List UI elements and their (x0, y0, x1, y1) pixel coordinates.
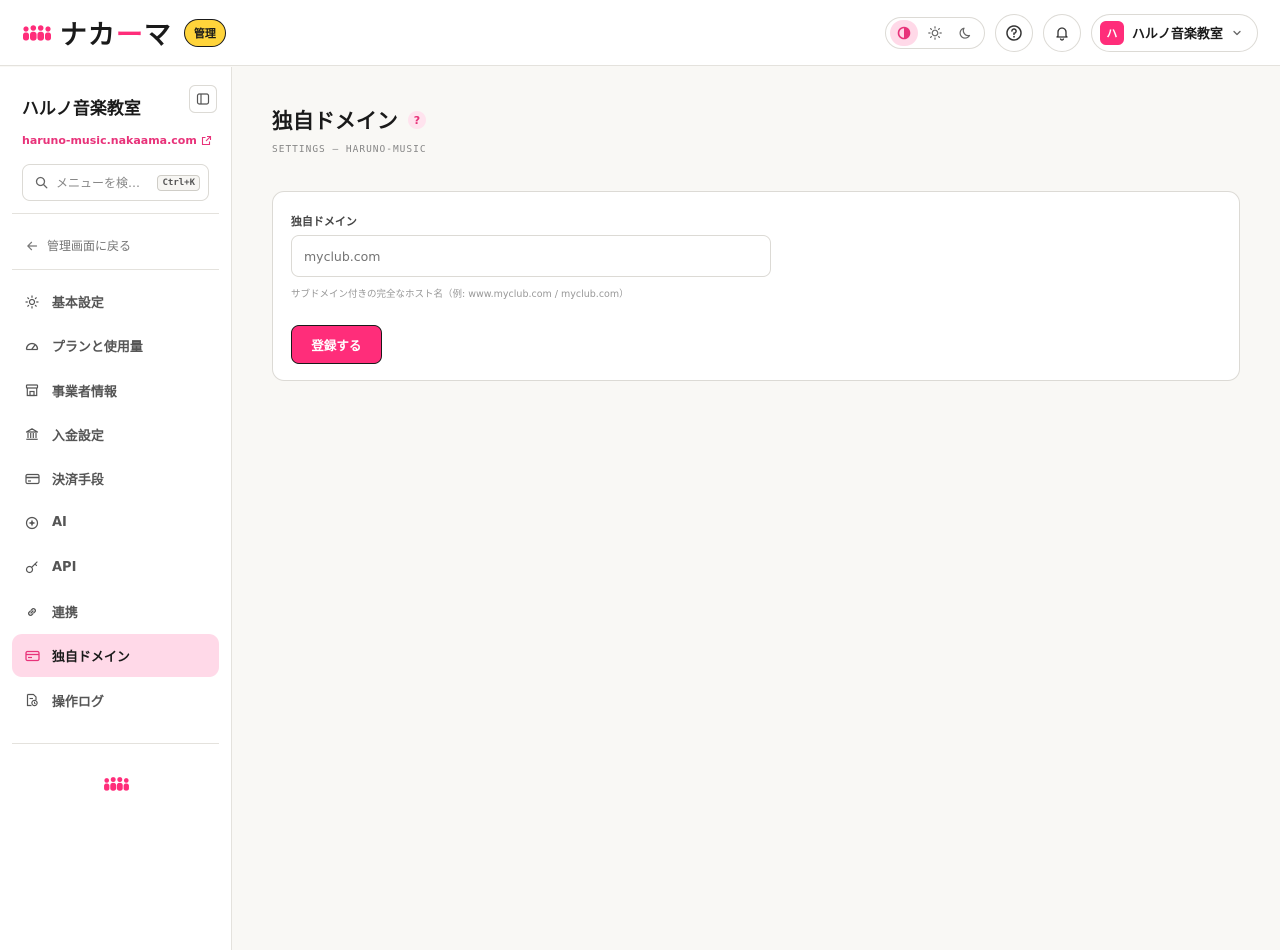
sun-icon (928, 25, 942, 40)
settings-nav: 基本設定 プランと使用量 事業者情報 入金設定 決済手段 AI API 連携 独… (12, 280, 219, 723)
org-name: ハルノ音楽教室 (22, 99, 141, 119)
chevron-down-icon (1233, 30, 1241, 35)
sidebar-item-custom-domain[interactable]: 独自ドメイン (12, 634, 219, 678)
gauge-icon (25, 342, 39, 350)
theme-contrast-button[interactable] (890, 19, 919, 46)
sidebar-item-label: プランと使用量 (52, 340, 144, 356)
page-title: 独自ドメイン ? (272, 105, 426, 135)
store-icon (25, 384, 39, 397)
theme-toggle (884, 16, 985, 49)
header-actions: ハ ハルノ音楽教室 (884, 13, 1258, 52)
sidebar-item-label: 連携 (52, 606, 79, 622)
custom-domain-card: 独自ドメイン サブドメイン付きの完全なホスト名（例: www.myclub.co… (272, 191, 1240, 381)
user-menu-button[interactable]: ハ ハルノ音楽教室 (1090, 13, 1258, 52)
sidebar-item-label: 事業者情報 (52, 384, 118, 400)
key-icon (25, 561, 38, 574)
collapse-sidebar-button[interactable] (189, 85, 217, 113)
user-avatar: ハ (1099, 20, 1124, 45)
page-help-button[interactable]: ? (408, 111, 426, 129)
contrast-icon (898, 26, 911, 39)
sidebar-item-label: AI (52, 515, 67, 531)
domain-field-help: サブドメイン付きの完全なホスト名（例: www.myclub.com / myc… (291, 289, 629, 300)
back-label: 管理画面に戻る (47, 239, 132, 253)
user-name: ハルノ音楽教室 (1131, 27, 1223, 42)
sun-icon (25, 294, 39, 309)
arrow-left-icon (27, 241, 38, 250)
sidebar-item-activity-log[interactable]: 操作ログ (12, 679, 219, 722)
sidebar-panel-icon (196, 93, 210, 105)
theme-dark-button[interactable] (952, 20, 980, 46)
domain-icon (24, 650, 40, 662)
domain-field-label: 独自ドメイン (291, 215, 357, 228)
sidebar-item-payment-methods[interactable]: 決済手段 (12, 457, 219, 500)
divider (12, 213, 219, 214)
admin-badge: 管理 (184, 18, 226, 47)
bell-icon (1056, 26, 1068, 41)
sidebar-item-label: 入金設定 (52, 428, 105, 444)
page-breadcrumb: SETTINGS — HARUNO-MUSIC (272, 144, 427, 155)
sidebar-item-basic-settings[interactable]: 基本設定 (12, 280, 219, 323)
moon-icon (959, 27, 970, 39)
people-logo-icon (22, 24, 52, 42)
external-link-icon (201, 135, 211, 146)
credit-card-icon (24, 473, 40, 484)
org-url-link[interactable]: haruno-music.nakaama.com (22, 134, 212, 147)
sidebar: ハルノ音楽教室 haruno-music.nakaama.com メニューを検…… (0, 67, 232, 950)
top-header: ナカーマ 管理 ハ ハルノ音楽教室 (0, 0, 1280, 66)
sidebar-item-api[interactable]: API (12, 546, 219, 589)
sidebar-item-label: 基本設定 (52, 296, 105, 311)
sidebar-item-payout-settings[interactable]: 入金設定 (12, 413, 219, 456)
help-button[interactable] (994, 13, 1033, 52)
register-button[interactable]: 登録する (291, 325, 382, 364)
domain-input[interactable] (291, 235, 771, 277)
ai-icon (25, 516, 39, 530)
org-url-text: haruno-music.nakaama.com (22, 134, 197, 147)
sidebar-item-ai[interactable]: AI (12, 501, 219, 544)
search-shortcut: Ctrl+K (157, 174, 200, 191)
log-icon (26, 694, 38, 707)
bank-icon (25, 428, 39, 441)
people-logo-icon (103, 776, 130, 792)
divider (12, 269, 219, 270)
logo-text: ナカーマ (60, 20, 172, 51)
back-to-admin-link[interactable]: 管理画面に戻る (26, 237, 131, 254)
sidebar-item-plan-usage[interactable]: プランと使用量 (12, 324, 219, 367)
sidebar-item-label: API (52, 559, 77, 575)
divider (12, 743, 219, 744)
search-placeholder: メニューを検… (56, 176, 141, 190)
sidebar-item-label: 独自ドメイン (52, 650, 131, 666)
menu-search-input[interactable]: メニューを検… Ctrl+K (22, 164, 209, 201)
search-icon (35, 176, 48, 189)
sidebar-item-label: 決済手段 (52, 473, 105, 489)
page-title-text: 独自ドメイン (272, 109, 398, 133)
link-icon (28, 607, 36, 616)
theme-light-button[interactable] (921, 20, 949, 46)
sidebar-item-label: 操作ログ (52, 694, 105, 710)
help-circle-icon (1006, 24, 1022, 41)
app-logo[interactable]: ナカーマ 管理 (22, 13, 226, 52)
notifications-button[interactable] (1042, 13, 1081, 52)
sidebar-item-integrations[interactable]: 連携 (12, 590, 219, 633)
sidebar-item-business-info[interactable]: 事業者情報 (12, 369, 219, 412)
